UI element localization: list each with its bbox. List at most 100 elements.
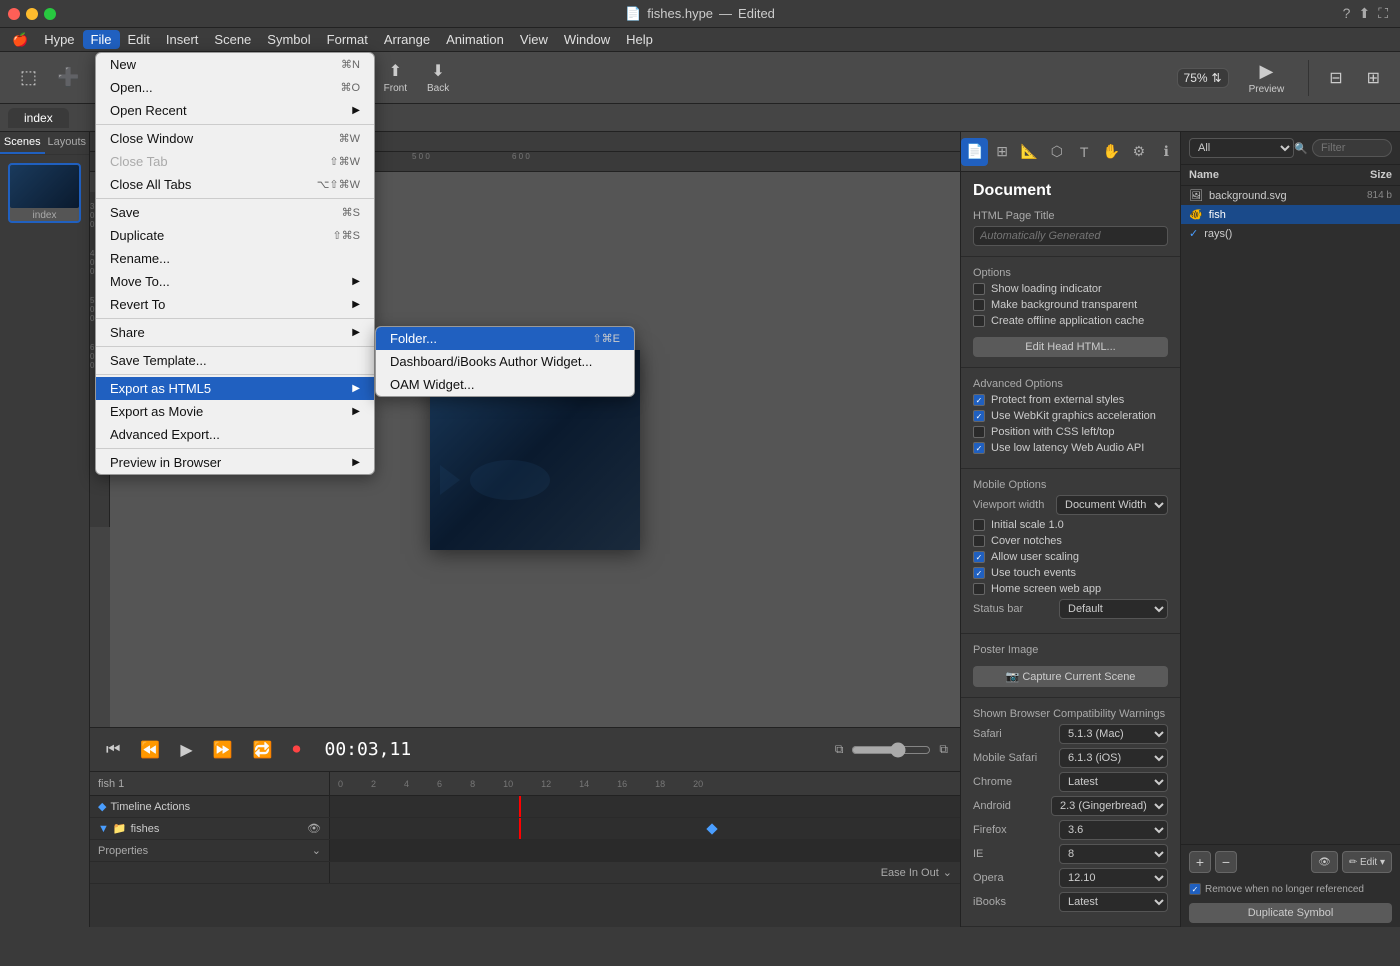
menu-close-all[interactable]: Close All Tabs ⌥⇧⌘W xyxy=(96,173,374,196)
zoom-slider[interactable] xyxy=(851,742,931,758)
ibooks-select[interactable]: Latest xyxy=(1059,892,1168,912)
resources-filter-dropdown[interactable]: All xyxy=(1189,138,1294,158)
loop-button[interactable]: 🔁 xyxy=(249,736,277,764)
menu-animation[interactable]: Animation xyxy=(438,30,512,49)
front-button[interactable]: ⬆ Front xyxy=(376,57,415,98)
menu-scene[interactable]: Scene xyxy=(206,30,259,49)
low-latency-checkbox[interactable]: ✓ xyxy=(973,442,985,454)
inspector-gear-icon[interactable]: ⚙ xyxy=(1125,138,1152,166)
inspector-info-icon[interactable]: ℹ xyxy=(1153,138,1180,166)
add-resource-btn[interactable]: + xyxy=(1189,851,1211,873)
skip-back-button[interactable]: ⏮ xyxy=(102,737,124,763)
inspector-hand-icon[interactable]: ✋ xyxy=(1098,138,1125,166)
tool-add[interactable]: ➕ xyxy=(49,63,87,92)
timeline-actions-content[interactable] xyxy=(330,796,960,817)
menu-export-movie[interactable]: Export as Movie ▶ xyxy=(96,400,374,423)
viewport-width-select[interactable]: Document Width xyxy=(1056,495,1168,515)
home-screen-checkbox[interactable] xyxy=(973,583,985,595)
submenu-oam[interactable]: OAM Widget... xyxy=(376,373,634,396)
menu-view[interactable]: View xyxy=(512,30,556,49)
ease-arrow[interactable]: ⌄ xyxy=(943,866,952,879)
menu-arrange[interactable]: Arrange xyxy=(376,30,438,49)
zoom-control[interactable]: 75% ⇅ xyxy=(1177,68,1229,88)
fishes-content[interactable] xyxy=(330,818,960,839)
maximize-button[interactable] xyxy=(44,8,56,20)
remove-when-checkbox[interactable]: ✓ xyxy=(1189,883,1201,895)
forward-button[interactable]: ⏩ xyxy=(209,736,237,764)
resources-toggle[interactable]: ⊞ xyxy=(1359,64,1388,92)
menu-share[interactable]: Share ▶ xyxy=(96,321,374,344)
menu-symbol[interactable]: Symbol xyxy=(259,30,318,49)
duplicate-symbol-btn[interactable]: Duplicate Symbol xyxy=(1189,903,1392,923)
inspector-doc-icon[interactable]: 📄 xyxy=(961,138,988,166)
menu-revert-to[interactable]: Revert To ▶ xyxy=(96,293,374,316)
show-loading-checkbox[interactable] xyxy=(973,283,985,295)
edit-head-html-btn[interactable]: Edit Head HTML... xyxy=(973,337,1168,357)
traffic-lights[interactable] xyxy=(8,8,56,20)
menu-preview-browser[interactable]: Preview in Browser ▶ xyxy=(96,451,374,474)
scene-thumb-index[interactable]: index xyxy=(8,163,81,223)
menu-format[interactable]: Format xyxy=(319,30,376,49)
menu-window[interactable]: Window xyxy=(556,30,618,49)
cover-notches-checkbox[interactable] xyxy=(973,535,985,547)
preview-resource-btn[interactable]: 👁 xyxy=(1311,851,1338,873)
position-css-checkbox[interactable] xyxy=(973,426,985,438)
edit-resource-btn[interactable]: ✏ Edit ▾ xyxy=(1342,851,1392,873)
submenu-dashboard[interactable]: Dashboard/iBooks Author Widget... xyxy=(376,350,634,373)
remove-resource-btn[interactable]: − xyxy=(1215,851,1237,873)
firefox-select[interactable]: 3.6 xyxy=(1059,820,1168,840)
menu-help[interactable]: Help xyxy=(618,30,661,49)
zoom-fit-icon[interactable]: ⧉ xyxy=(939,742,948,757)
menu-new[interactable]: New ⌘N xyxy=(96,53,374,76)
menu-file[interactable]: File xyxy=(83,30,120,49)
capture-scene-btn[interactable]: 📷 Capture Current Scene xyxy=(973,666,1168,687)
minimize-button[interactable] xyxy=(26,8,38,20)
properties-content[interactable] xyxy=(330,840,960,861)
resource-item-bg[interactable]: 🖼 background.svg 814 b xyxy=(1181,186,1400,205)
tab-index[interactable]: index xyxy=(8,108,69,128)
inspector-toggle[interactable]: ⊟ xyxy=(1321,64,1350,92)
menu-save-template[interactable]: Save Template... xyxy=(96,349,374,372)
tool-select[interactable]: ⬚ xyxy=(12,63,45,92)
eye-icon[interactable]: 👁 xyxy=(307,822,321,835)
webkit-checkbox[interactable]: ✓ xyxy=(973,410,985,422)
share-icon[interactable]: ⬆ xyxy=(1358,5,1370,22)
back-button[interactable]: ⬇ Back xyxy=(419,57,457,98)
menu-duplicate[interactable]: Duplicate ⇧⌘S xyxy=(96,224,374,247)
menu-move-to[interactable]: Move To... ▶ xyxy=(96,270,374,293)
initial-scale-checkbox[interactable] xyxy=(973,519,985,531)
inspector-metrics-icon[interactable]: 📐 xyxy=(1016,138,1043,166)
properties-expand[interactable]: ⌄ xyxy=(312,844,321,857)
html-page-title-input[interactable] xyxy=(973,226,1168,246)
inspector-text-icon[interactable]: T xyxy=(1071,138,1098,166)
menu-open-recent[interactable]: Open Recent ▶ xyxy=(96,99,374,122)
safari-select[interactable]: 5.1.3 (Mac) xyxy=(1059,724,1168,744)
create-offline-checkbox[interactable] xyxy=(973,315,985,327)
play-button[interactable]: ▶ xyxy=(176,736,196,764)
menu-close-window[interactable]: Close Window ⌘W xyxy=(96,127,374,150)
menu-edit[interactable]: Edit xyxy=(120,30,158,49)
menu-open[interactable]: Open... ⌘O xyxy=(96,76,374,99)
opera-select[interactable]: 12.10 xyxy=(1059,868,1168,888)
menu-rename[interactable]: Rename... xyxy=(96,247,374,270)
resource-item-rays[interactable]: ✓ rays() xyxy=(1181,224,1400,243)
menu-insert[interactable]: Insert xyxy=(158,30,207,49)
resource-item-fish[interactable]: 🐠 fish xyxy=(1181,205,1400,224)
submenu-folder[interactable]: Folder... ⇧⌘E xyxy=(376,327,634,350)
record-button[interactable]: ⏺ xyxy=(288,737,304,763)
resources-search-input[interactable] xyxy=(1312,139,1392,157)
menu-export-html5[interactable]: Export as HTML5 ▶ xyxy=(96,377,374,400)
inspector-shape-icon[interactable]: ⬡ xyxy=(1043,138,1070,166)
protect-external-checkbox[interactable]: ✓ xyxy=(973,394,985,406)
allow-scaling-checkbox[interactable]: ✓ xyxy=(973,551,985,563)
menu-apple[interactable]: 🍎 xyxy=(4,30,36,50)
menu-save[interactable]: Save ⌘S xyxy=(96,201,374,224)
chrome-select[interactable]: Latest xyxy=(1059,772,1168,792)
make-bg-checkbox[interactable] xyxy=(973,299,985,311)
close-button[interactable] xyxy=(8,8,20,20)
back-button-tl[interactable]: ⏪ xyxy=(136,736,164,764)
status-bar-select[interactable]: Default xyxy=(1059,599,1168,619)
ie-select[interactable]: 8 xyxy=(1059,844,1168,864)
scene-btn[interactable]: ⧉ xyxy=(835,742,844,757)
layouts-tab[interactable]: Layouts xyxy=(45,132,90,154)
